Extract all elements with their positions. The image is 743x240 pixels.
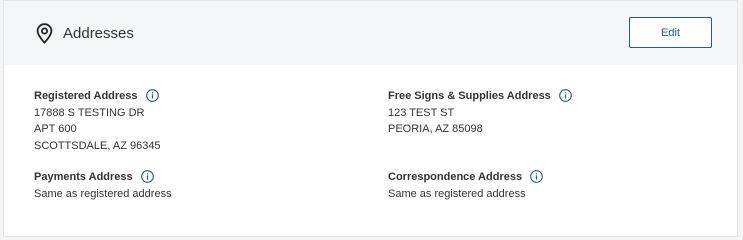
address-line: APT 600: [34, 123, 77, 135]
map-pin-icon: [36, 23, 53, 44]
card-header: Addresses Edit: [4, 1, 737, 65]
address-line: Same as registered address: [34, 187, 172, 200]
correspondence-address-label: Correspondence Address: [388, 171, 523, 183]
info-icon[interactable]: [530, 170, 543, 183]
signs-supplies-address-block: Free Signs & Supplies Address 123 TEST S…: [388, 88, 572, 138]
registered-address-block: Registered Address 17888 S TESTING DR AP…: [34, 88, 161, 154]
info-icon[interactable]: [145, 89, 159, 102]
edit-button[interactable]: Edit: [629, 17, 712, 48]
section-title: Addresses: [63, 25, 134, 42]
registered-address-label: Registered Address: [34, 90, 138, 102]
correspondence-address-block: Correspondence Address Same as registere…: [388, 169, 543, 202]
info-icon[interactable]: [558, 89, 572, 102]
signs-supplies-address-label: Free Signs & Supplies Address: [388, 90, 551, 102]
info-icon[interactable]: [140, 170, 154, 183]
address-line: PEORIA, AZ 85098: [388, 123, 483, 135]
payments-address-label: Payments Address: [34, 171, 133, 183]
address-line: Same as registered address: [388, 187, 526, 200]
address-line: 17888 S TESTING DR: [34, 106, 145, 119]
address-line: SCOTTSDALE, AZ 96345: [34, 139, 161, 152]
address-line: 123 TEST ST: [388, 106, 455, 119]
addresses-card: Addresses Edit Registered Address 17888 …: [3, 0, 738, 237]
payments-address-block: Payments Address Same as registered addr…: [34, 169, 172, 202]
